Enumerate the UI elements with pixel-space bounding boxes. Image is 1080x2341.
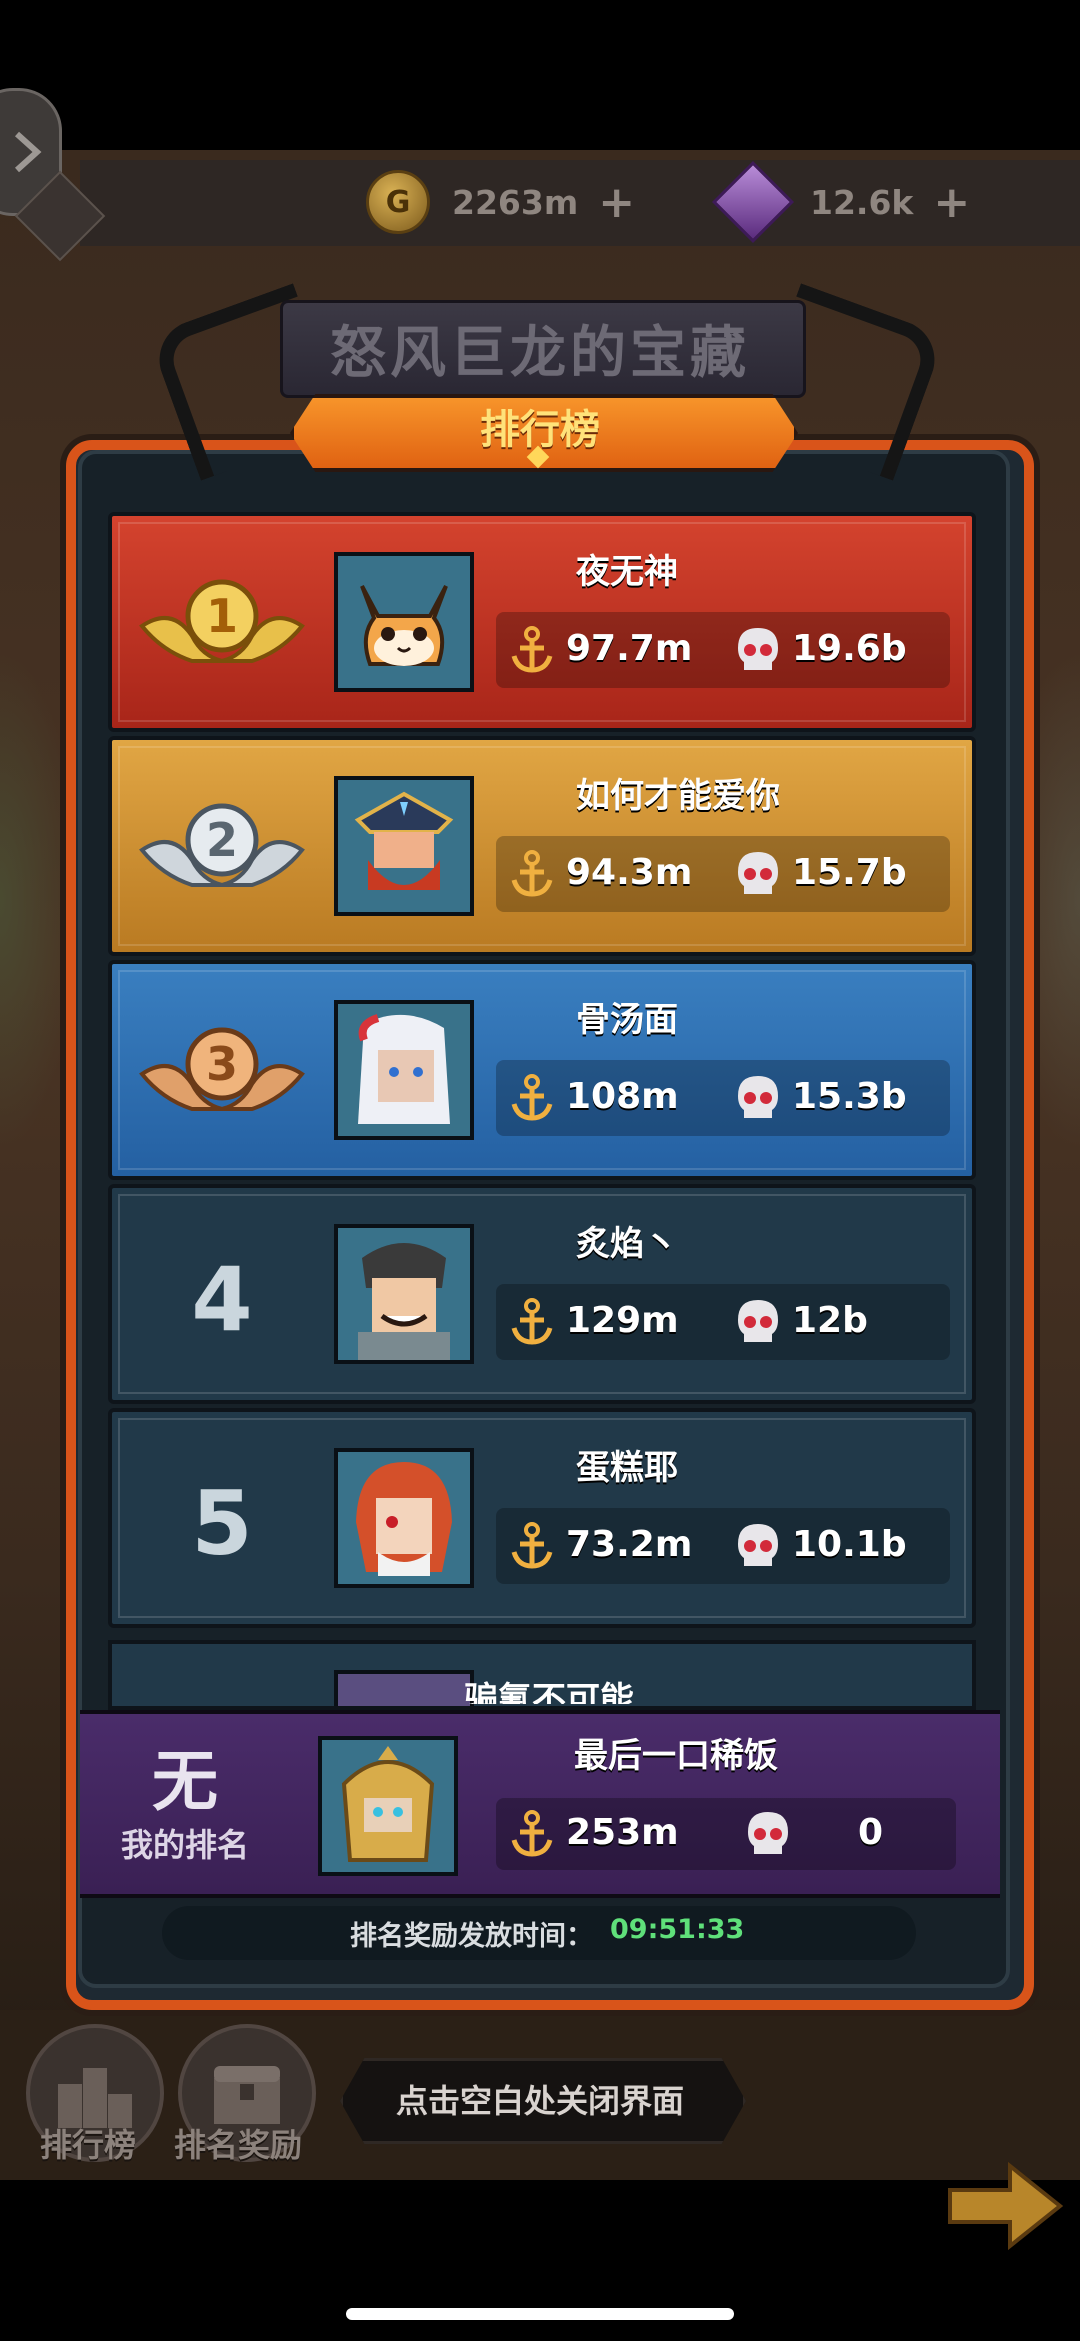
leaderboard-nav-label: 排行榜: [40, 2126, 137, 2164]
kills-value: 15.3b: [792, 1076, 907, 1117]
bronze-medal-icon: 3: [139, 1027, 305, 1112]
player-name: 如何才能爱你: [576, 776, 780, 816]
ranking-row-1[interactable]: 1 夜无神 97.7m 19.6b: [108, 512, 976, 732]
warrior-avatar-icon: [338, 1228, 470, 1360]
gem-resource: 12.6k +: [711, 160, 988, 244]
reward-timer-value: 09:51:33: [610, 1914, 745, 1945]
avatar-icon: [338, 1674, 470, 1706]
avatar[interactable]: [334, 776, 474, 916]
kills-value: 12b: [792, 1300, 868, 1341]
gold-coin-icon: G: [366, 170, 430, 234]
anchor-icon: [511, 1810, 553, 1857]
my-rank-label: 我的排名: [120, 1826, 249, 1864]
player-name: 蛋糕耶: [576, 1448, 678, 1488]
player-stats: 94.3m 15.7b: [496, 836, 950, 912]
pirate-captain-avatar-icon: [338, 780, 470, 912]
reward-timer-label: 排名奖励发放时间：: [350, 1921, 593, 1952]
add-gem-button[interactable]: +: [933, 177, 970, 228]
anchor-icon: [511, 1522, 553, 1569]
power-value: 94.3m: [566, 852, 693, 893]
my-power-value: 253m: [566, 1812, 679, 1853]
anchor-icon: [511, 626, 553, 673]
player-name: 炙焰丶: [576, 1224, 678, 1264]
gold-resource: G 2263m +: [366, 168, 686, 236]
kills-value: 19.6b: [792, 628, 907, 669]
ranking-row-2[interactable]: 2 如何才能爱你 94.3m 15.7b: [108, 736, 976, 956]
rank-number: 2: [206, 813, 238, 867]
event-title: 怒风巨龙的宝藏: [330, 321, 750, 386]
player-name: 夜无神: [576, 552, 678, 592]
skull-icon: [748, 1812, 788, 1854]
ranking-row-3[interactable]: 3 骨汤面 108m 15.3b: [108, 960, 976, 1180]
rank-number: 5: [191, 1472, 253, 1575]
avatar[interactable]: [334, 1448, 474, 1588]
avatar[interactable]: [334, 1224, 474, 1364]
gold-amount: 2263m: [452, 182, 579, 222]
skull-icon: [738, 1300, 778, 1342]
player-stats: 73.2m 10.1b: [496, 1508, 950, 1584]
power-value: 108m: [566, 1076, 679, 1117]
skull-icon: [738, 628, 778, 670]
power-value: 73.2m: [566, 1524, 693, 1565]
avatar[interactable]: [334, 1000, 474, 1140]
player-stats: 108m 15.3b: [496, 1060, 950, 1136]
my-avatar[interactable]: [318, 1736, 458, 1876]
rank-number: 1: [206, 589, 238, 643]
chevron-right-icon: [14, 131, 42, 173]
home-indicator: [346, 2308, 734, 2320]
add-gold-button[interactable]: +: [598, 177, 635, 228]
player-stats: 97.7m 19.6b: [496, 612, 950, 688]
gem-amount: 12.6k: [810, 182, 914, 222]
anchor-icon: [511, 850, 553, 897]
anchor-icon: [511, 1074, 553, 1121]
ranking-row-4[interactable]: 4 炙焰丶 129m 12b: [108, 1184, 976, 1404]
tab-title: 排行榜: [480, 407, 600, 453]
player-stats: 129m 12b: [496, 1284, 950, 1360]
power-value: 97.7m: [566, 628, 693, 669]
my-kills-value: 0: [858, 1812, 884, 1853]
kills-value: 15.7b: [792, 852, 907, 893]
ranking-row-5[interactable]: 5 蛋糕耶 73.2m 10.1b: [108, 1408, 976, 1628]
rank-number: 3: [206, 1037, 238, 1091]
cat-avatar-icon: [338, 556, 470, 688]
silver-medal-icon: 2: [139, 803, 305, 888]
skull-icon: [738, 852, 778, 894]
avatar[interactable]: [334, 552, 474, 692]
red-hair-avatar-icon: [338, 1452, 470, 1584]
arrow-right-icon[interactable]: [930, 2150, 1080, 2260]
close-hint-text[interactable]: 点击空白处关闭界面: [340, 2076, 740, 2122]
my-stats: 253m 0: [496, 1798, 956, 1870]
rank-number: 4: [191, 1248, 253, 1351]
my-rank-value: 无: [152, 1743, 218, 1820]
kills-value: 10.1b: [792, 1524, 907, 1565]
my-player-name: 最后一口稀饭: [574, 1736, 778, 1776]
skull-icon: [738, 1076, 778, 1118]
gem-icon: [711, 160, 795, 244]
skull-icon: [738, 1524, 778, 1566]
rank-reward-nav-label: 排名奖励: [174, 2126, 303, 2164]
elf-avatar-icon: [338, 1004, 470, 1136]
knight-avatar-icon: [322, 1740, 454, 1872]
anchor-icon: [511, 1298, 553, 1345]
player-name: 骨汤面: [576, 1000, 678, 1040]
avatar[interactable]: [334, 1670, 474, 1706]
gold-medal-icon: 1: [139, 579, 305, 664]
player-name: 骗氰不可能: [464, 1680, 634, 1704]
power-value: 129m: [566, 1300, 679, 1341]
